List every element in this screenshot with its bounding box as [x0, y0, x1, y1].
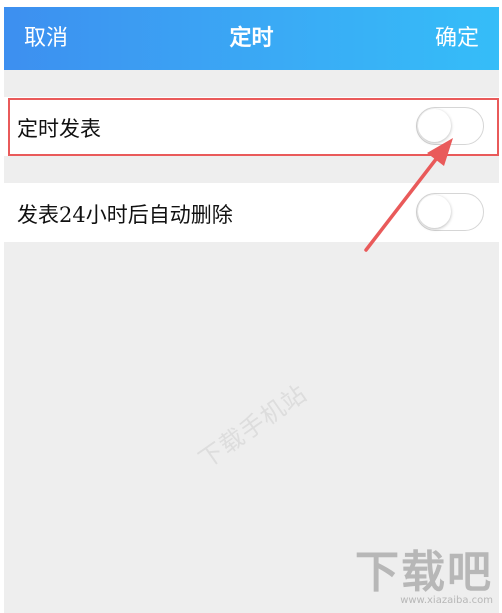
confirm-button[interactable]: 确定 — [435, 20, 479, 52]
setting-row-scheduled-post[interactable]: 定时发表 — [4, 97, 499, 156]
toggle-knob — [418, 195, 451, 228]
setting-label-scheduled-post: 定时发表 — [17, 117, 101, 141]
watermark-text: 下载手机站 — [193, 379, 313, 474]
toggle-knob — [418, 109, 451, 142]
setting-row-auto-delete[interactable]: 发表24小时后自动删除 — [4, 183, 499, 242]
auto-delete-toggle[interactable] — [416, 193, 484, 231]
nav-bar: 取消 定时 确定 — [4, 7, 499, 70]
setting-label-auto-delete: 发表24小时后自动删除 — [17, 203, 233, 227]
scheduled-post-toggle[interactable] — [416, 107, 484, 145]
app-screen: 取消 定时 确定 定时发表 发表24小时后自动删除 下载手机站 下载吧 www.… — [4, 7, 499, 613]
watermark-logo: 下载吧 www.xiazaiba.com — [355, 551, 493, 607]
page-title: 定时 — [229, 26, 274, 51]
watermark-logo-text: 下载吧 — [355, 547, 493, 598]
